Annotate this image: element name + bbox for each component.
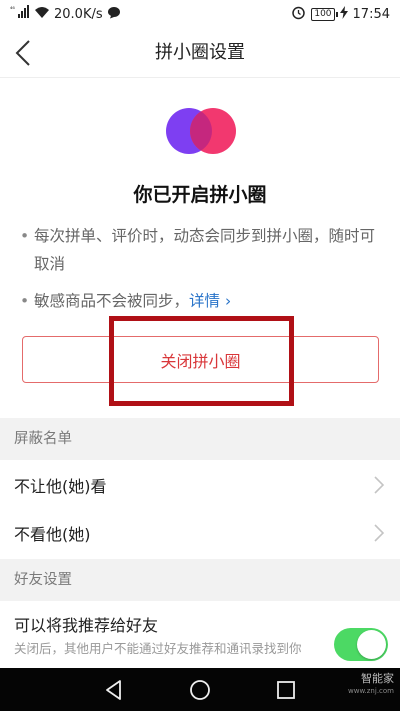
watermark-text: 智能家: [361, 672, 394, 685]
message-icon: [107, 6, 121, 23]
close-pinxiaoquan-button[interactable]: 关闭拼小圈: [22, 336, 379, 383]
recommend-description: 关闭后，其他用户不能通过好友推荐和通讯录找到你: [14, 641, 302, 656]
hide-their-label: 不看他(她): [14, 525, 91, 544]
watermark-url: www.znj.com: [348, 687, 394, 695]
clock: 17:54: [352, 6, 390, 22]
hero-title: 你已开启拼小圈: [133, 184, 267, 206]
charging-icon: [339, 5, 348, 23]
back-arrow-icon: [15, 40, 30, 66]
chevron-right-icon: [374, 524, 385, 542]
status-right: 100 17:54: [291, 5, 390, 24]
hide-from-row[interactable]: 不让他(她)看: [0, 460, 400, 510]
nav-bar: 拼小圈设置: [0, 28, 400, 78]
info-bullet-sensitive: 敏感商品不会被同步，详情 ›: [20, 287, 380, 315]
page-title: 拼小圈设置: [155, 42, 245, 63]
back-button[interactable]: [6, 36, 40, 70]
alarm-icon: [291, 5, 306, 24]
recommend-title: 可以将我推荐给好友: [14, 616, 159, 635]
recommend-to-friends-row: 可以将我推荐给好友 关闭后，其他用户不能通过好友推荐和通讯录找到你: [0, 601, 400, 671]
info-bullet-sync: 每次拼单、评价时，动态会同步到拼小圈，随时可取消: [20, 222, 380, 278]
details-link[interactable]: 详情 ›: [189, 292, 231, 310]
recommend-toggle[interactable]: [334, 628, 388, 661]
hide-their-row[interactable]: 不看他(她): [0, 508, 400, 558]
battery-icon: 100: [311, 7, 338, 21]
cell-signal-icon: ⁴⁶: [10, 5, 30, 23]
blacklist-section-header: 屏蔽名单: [0, 418, 400, 460]
battery-level: 100: [314, 9, 332, 19]
system-back-icon[interactable]: [102, 678, 126, 702]
status-left: ⁴⁶ 20.0K/s: [10, 5, 121, 23]
watermark: 智能家 www.znj.com: [348, 672, 394, 698]
chevron-right-icon: [374, 476, 385, 494]
sensitive-text: 敏感商品不会被同步，: [34, 292, 190, 310]
toggle-knob: [357, 630, 386, 659]
system-home-icon[interactable]: [188, 678, 212, 702]
hide-from-label: 不让他(她)看: [14, 476, 107, 496]
friend-settings-header: 好友设置: [0, 559, 400, 601]
svg-text:⁴⁶: ⁴⁶: [10, 6, 15, 13]
system-recent-apps-icon[interactable]: [274, 678, 298, 702]
system-nav-bar: 智能家 www.znj.com: [0, 668, 400, 711]
pinxiaoquan-logo: [166, 108, 236, 154]
wifi-icon: [34, 6, 50, 23]
network-speed: 20.0K/s: [54, 6, 103, 22]
status-bar: ⁴⁶ 20.0K/s 100 17:54: [0, 0, 400, 28]
